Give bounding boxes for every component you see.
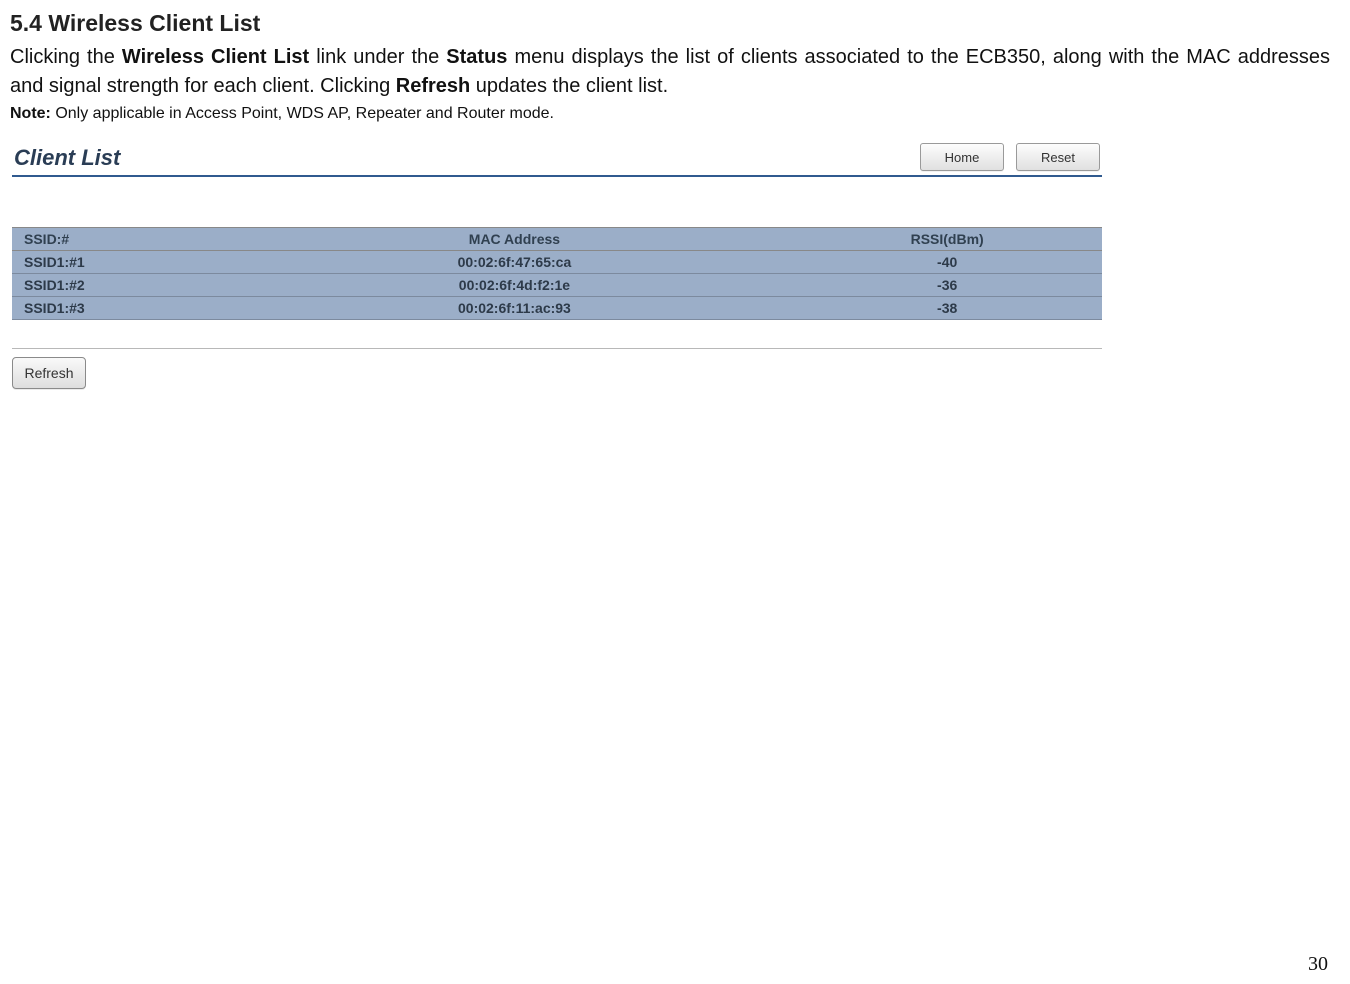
panel-header: Client List Home Reset — [12, 143, 1102, 177]
refresh-button[interactable]: Refresh — [12, 357, 86, 389]
body-paragraph: Clicking the Wireless Client List link u… — [10, 43, 1330, 101]
cell-mac: 00:02:6f:47:65:ca — [237, 251, 793, 274]
table-row: SSID1:#2 00:02:6f:4d:f2:1e -36 — [12, 274, 1102, 297]
text: link under the — [309, 46, 446, 68]
cell-rssi: -36 — [792, 274, 1102, 297]
col-rssi: RSSI(dBm) — [792, 228, 1102, 251]
page-title: Client List — [12, 145, 120, 171]
client-table: SSID:# MAC Address RSSI(dBm) SSID1:#1 00… — [12, 227, 1102, 320]
cell-ssid: SSID1:#1 — [12, 251, 237, 274]
section-title: 5.4 Wireless Client List — [10, 10, 1330, 37]
home-button[interactable]: Home — [920, 143, 1004, 171]
button-group: Home Reset — [920, 143, 1102, 171]
reset-button[interactable]: Reset — [1016, 143, 1100, 171]
page-number: 30 — [1308, 953, 1328, 976]
note-text: Only applicable in Access Point, WDS AP,… — [51, 105, 554, 122]
cell-mac: 00:02:6f:4d:f2:1e — [237, 274, 793, 297]
cell-mac: 00:02:6f:11:ac:93 — [237, 297, 793, 320]
table-header-row: SSID:# MAC Address RSSI(dBm) — [12, 228, 1102, 251]
cell-ssid: SSID1:#3 — [12, 297, 237, 320]
text: updates the client list. — [470, 75, 668, 97]
col-ssid: SSID:# — [12, 228, 237, 251]
note-paragraph: Note: Only applicable in Access Point, W… — [10, 105, 1330, 123]
text: Clicking the — [10, 46, 122, 68]
cell-rssi: -40 — [792, 251, 1102, 274]
table-row: SSID1:#3 00:02:6f:11:ac:93 -38 — [12, 297, 1102, 320]
cell-rssi: -38 — [792, 297, 1102, 320]
cell-ssid: SSID1:#2 — [12, 274, 237, 297]
admin-panel: Client List Home Reset SSID:# MAC Addres… — [12, 143, 1102, 389]
text-bold: Refresh — [396, 75, 470, 97]
table-row: SSID1:#1 00:02:6f:47:65:ca -40 — [12, 251, 1102, 274]
text-bold: Status — [446, 46, 507, 68]
text-bold: Wireless Client List — [122, 46, 309, 68]
col-mac: MAC Address — [237, 228, 793, 251]
divider — [12, 348, 1102, 349]
note-label: Note: — [10, 105, 51, 122]
